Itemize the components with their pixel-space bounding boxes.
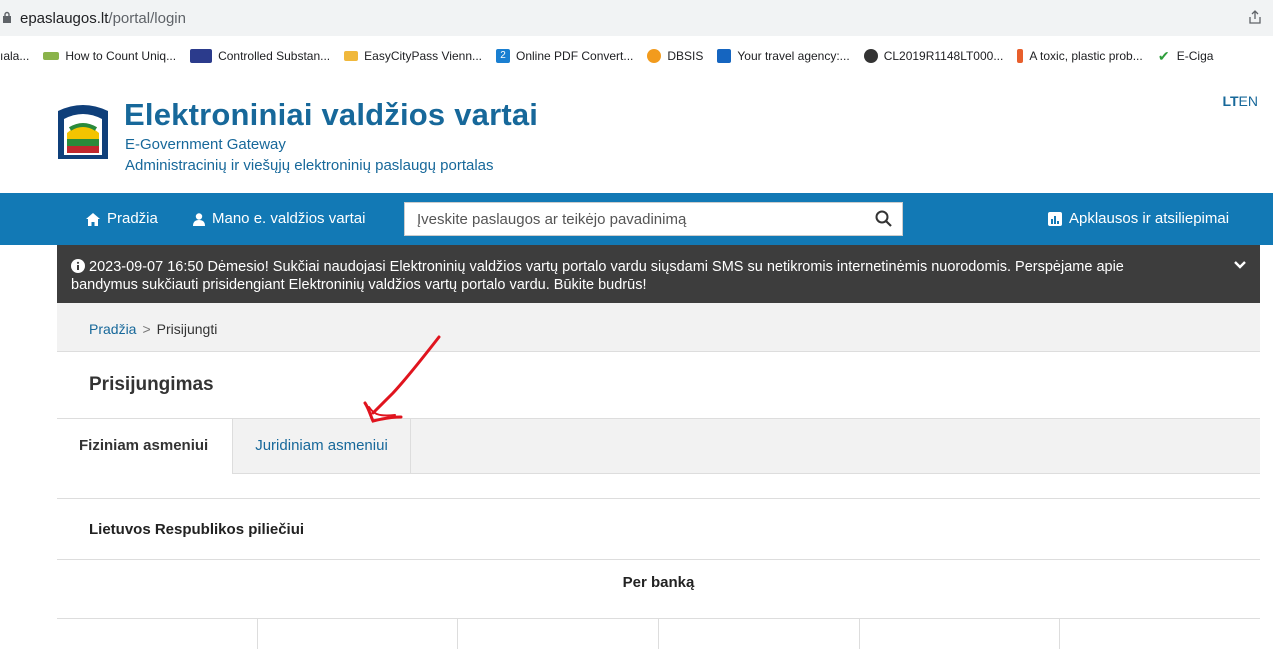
site-subtitle: E-Government Gateway [125, 136, 286, 153]
lang-en[interactable]: EN [1239, 93, 1258, 109]
globe-icon [863, 48, 878, 63]
site-logo-icon[interactable] [54, 99, 112, 165]
breadcrumb: Pradžia > Prisijungti [89, 321, 217, 337]
site-title[interactable]: Elektroniniai valdžios vartai [124, 97, 538, 133]
nav-surveys[interactable]: Apklausos ir atsiliepimai [1048, 193, 1229, 245]
lang-lt[interactable]: LT [1222, 93, 1238, 109]
bookmark-label: CL2019R1148LT000... [883, 48, 1004, 63]
spreadsheet-icon [43, 51, 60, 60]
nav-surveys-label: Apklausos ir atsiliepimai [1069, 210, 1230, 227]
browser-address-bar[interactable]: epaslaugos.lt/portal/login [0, 0, 1273, 36]
nav-home-label: Pradžia [107, 210, 158, 227]
bookmark-item[interactable]: DBSIS [647, 48, 704, 63]
bookmark-label: Controlled Substan... [218, 48, 331, 63]
home-icon [86, 212, 100, 226]
section-header: Lietuvos Respublikos piliečiui [57, 498, 1260, 560]
toxic-icon [1017, 48, 1024, 63]
annotation-arrow-icon [363, 335, 441, 423]
breadcrumb-current: Prisijungti [156, 321, 218, 337]
checkmark-icon: ✔ [1157, 47, 1170, 64]
alert-banner: 2023-09-07 16:50 Dėmesio! Sukčiai naudoj… [57, 245, 1260, 303]
bookmark-label: ıala... [0, 48, 30, 63]
language-switcher: LTEN [1222, 93, 1258, 109]
bookmarks-bar: ıala... How to Count Uniq... Controlled … [0, 36, 1273, 75]
bookmark-item[interactable]: A toxic, plastic prob... [1017, 48, 1143, 63]
search-icon[interactable] [875, 210, 892, 232]
url-text[interactable]: epaslaugos.lt/portal/login [20, 10, 186, 27]
easycity-icon [344, 50, 359, 61]
url-host: epaslaugos.lt [20, 9, 109, 27]
bank-option[interactable] [659, 619, 860, 649]
bookmark-label: A toxic, plastic prob... [1029, 48, 1143, 63]
bank-option[interactable] [258, 619, 459, 649]
chevron-down-icon[interactable] [1234, 258, 1246, 274]
bank-option[interactable] [860, 619, 1061, 649]
main-navbar: Pradžia Mano e. valdžios vartai Apklauso… [0, 193, 1273, 245]
page-title: Prisijungimas [89, 374, 214, 395]
login-method-title: Per banką [622, 574, 695, 591]
nav-my-portal[interactable]: Mano e. valdžios vartai [193, 193, 365, 245]
site-header: Elektroniniai valdžios vartai E-Governme… [0, 75, 1273, 193]
search-box [404, 202, 903, 236]
search-input[interactable] [415, 203, 859, 235]
bookmark-label: Online PDF Convert... [516, 48, 634, 63]
alert-text: 2023-09-07 16:50 Dėmesio! Sukčiai naudoj… [71, 259, 1124, 293]
login-tabs: Fiziniam asmeniui Juridiniam asmeniui [57, 418, 1260, 474]
section-title: Lietuvos Respublikos piliečiui [89, 521, 305, 538]
bookmark-label: EasyCityPass Vienn... [364, 48, 482, 63]
url-path: /portal/login [108, 9, 186, 27]
eu-flag-icon [190, 48, 213, 63]
bookmark-item[interactable]: 2 Online PDF Convert... [496, 48, 634, 63]
bookmark-item[interactable]: How to Count Uniq... [43, 49, 176, 63]
breadcrumb-home[interactable]: Pradžia [89, 321, 136, 337]
dbsis-icon [647, 48, 662, 63]
bank-option[interactable] [57, 619, 258, 649]
bar-chart-icon [1048, 212, 1062, 226]
bookmark-item[interactable]: EasyCityPass Vienn... [344, 49, 482, 63]
tab-natural-person[interactable]: Fiziniam asmeniui [57, 419, 233, 474]
bank-option[interactable] [1060, 619, 1260, 649]
main-content: 2023-09-07 16:50 Dėmesio! Sukčiai naudoj… [57, 245, 1260, 649]
pdf-convert-icon: 2 [496, 48, 510, 63]
nav-my-portal-label: Mano e. valdžios vartai [212, 210, 366, 227]
bookmark-label: How to Count Uniq... [65, 48, 177, 63]
bookmark-label: E-Ciga [1176, 48, 1214, 63]
user-icon [193, 212, 205, 226]
breadcrumb-separator: > [142, 321, 151, 337]
bookmark-item[interactable]: ıala... [0, 49, 29, 63]
bookmark-item[interactable]: ✔ E-Ciga [1157, 49, 1214, 63]
bookmark-label: Your travel agency:... [737, 48, 850, 63]
bookmark-label: DBSIS [667, 48, 704, 63]
bookmark-item[interactable]: CL2019R1148LT000... [863, 48, 1004, 63]
site-tagline: Administracinių ir viešųjų elektroninių … [125, 157, 494, 174]
bank-options-row [57, 618, 1260, 649]
travel-icon [717, 48, 732, 63]
share-icon[interactable] [1247, 9, 1263, 25]
info-icon [71, 259, 85, 273]
nav-home[interactable]: Pradžia [86, 193, 158, 245]
bookmark-item[interactable]: Controlled Substan... [190, 48, 331, 63]
login-panel: Prisijungimas Fiziniam asmeniui Juridini… [57, 351, 1260, 649]
bookmark-item[interactable]: Your travel agency:... [717, 48, 850, 63]
bank-option[interactable] [458, 619, 660, 649]
lock-icon [2, 11, 20, 26]
